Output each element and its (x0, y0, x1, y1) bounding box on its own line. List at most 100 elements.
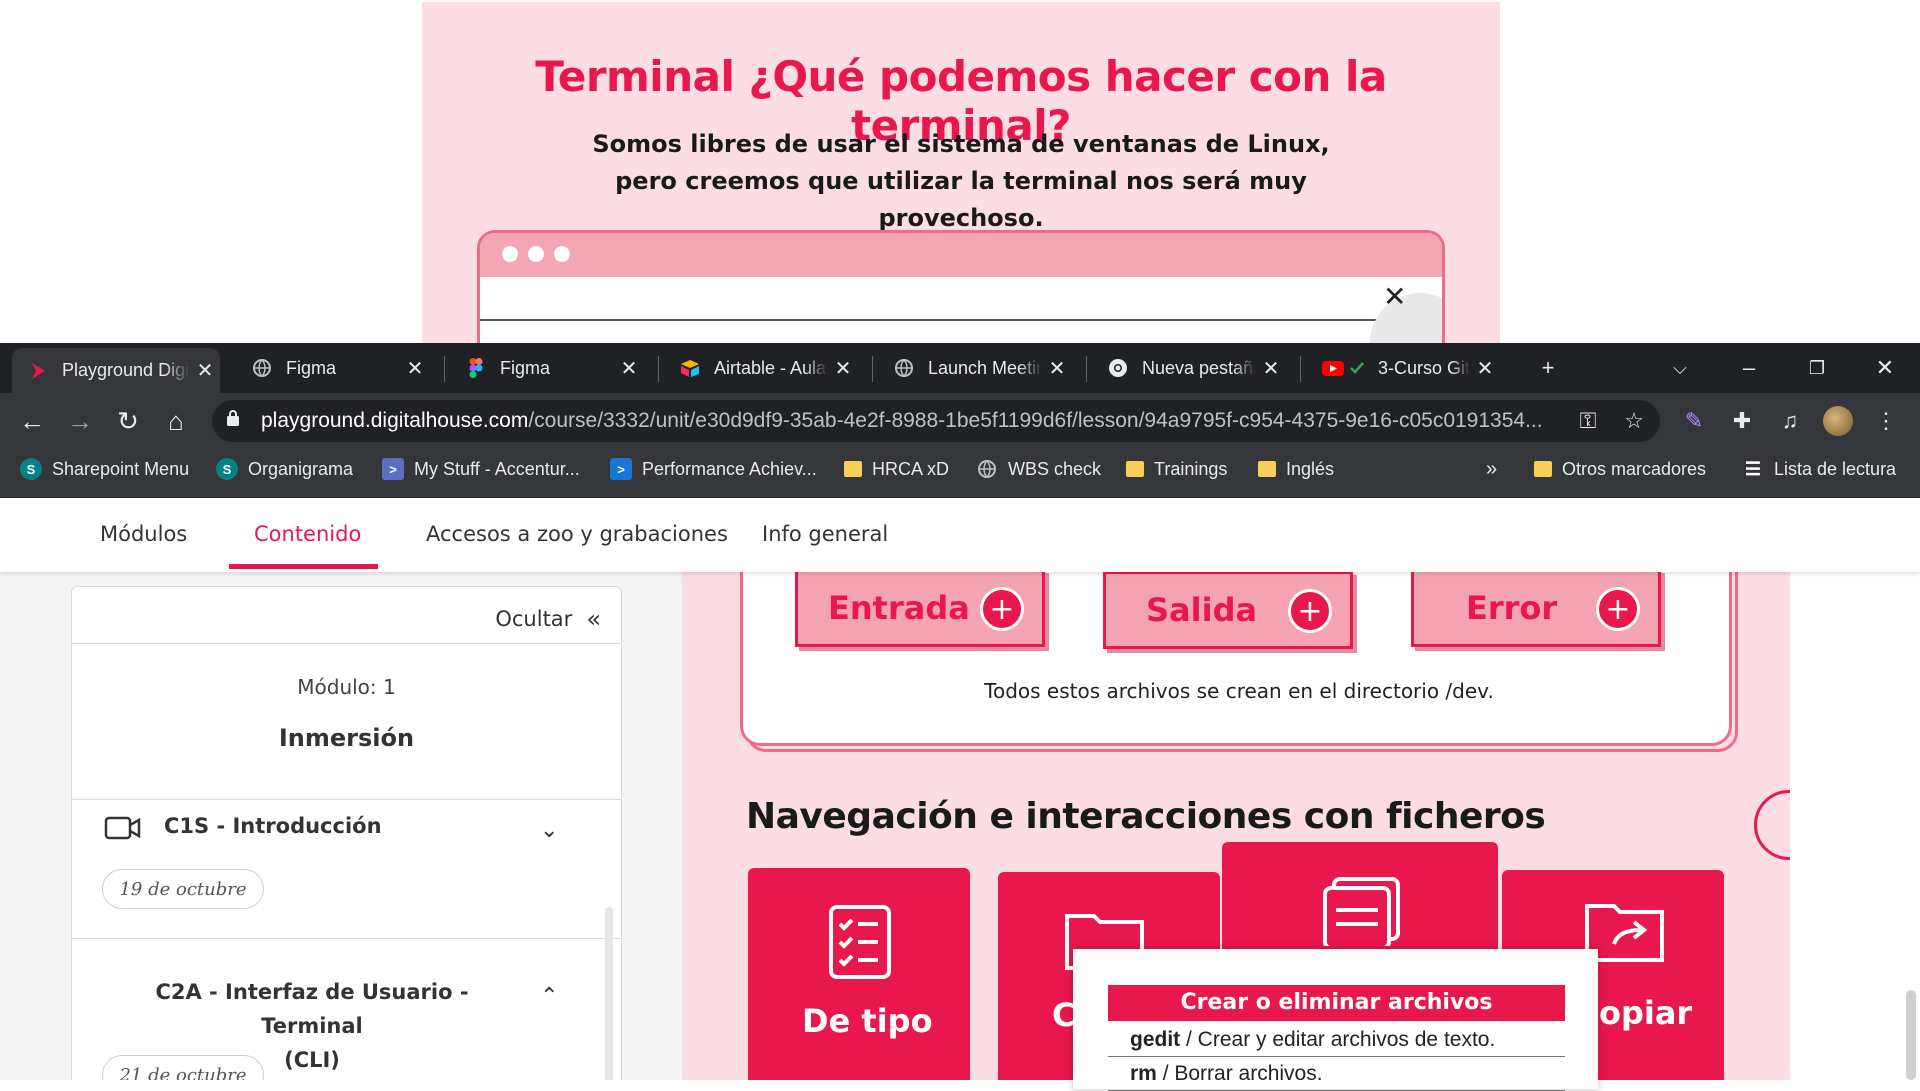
tab-figma-2[interactable]: Figma ✕ (450, 343, 644, 393)
close-icon[interactable]: ✕ (1256, 356, 1286, 381)
tab-info-general[interactable]: Info general (762, 522, 888, 546)
minimize-icon[interactable]: – (1726, 343, 1772, 393)
restore-icon[interactable]: ❐ (1794, 343, 1840, 393)
sidebar-scrollbar[interactable] (605, 907, 613, 1080)
figma-icon (466, 358, 486, 378)
star-icon[interactable]: ☆ (1618, 405, 1650, 437)
lessons-sidebar: Ocultar « Módulo: 1 Inmersión C1S - Intr… (71, 586, 622, 1080)
bookmark-sharepoint-menu[interactable]: S Sharepoint Menu (20, 449, 189, 489)
command-popup: Crear o eliminar archivos gedit / Crear … (1073, 949, 1598, 1091)
hide-sidebar-button[interactable]: Ocultar « (495, 605, 601, 633)
media-control-icon[interactable]: ♫ (1774, 405, 1806, 437)
tab-launch-meeting[interactable]: Launch Meeting ✕ (878, 343, 1072, 393)
bookmark-my-stuff[interactable]: > My Stuff - Accentur... (382, 449, 580, 489)
tab-modulos[interactable]: Módulos (100, 522, 187, 546)
lesson-date: 21 de octubre (102, 1055, 264, 1080)
window-dot-icon (528, 246, 544, 262)
bookmark-wbs-check[interactable]: WBS check (976, 449, 1101, 489)
chevron-up-icon[interactable]: ⌃ (540, 983, 558, 1009)
home-icon[interactable]: ⌂ (152, 393, 200, 449)
documents-icon (1322, 876, 1402, 951)
error-button[interactable]: Error + (1411, 572, 1661, 647)
close-icon[interactable]: ✕ (828, 356, 858, 381)
tab-accesos-zoom[interactable]: Accesos a zoo y grabaciones (426, 522, 728, 546)
tab-title: Figma (286, 357, 337, 378)
forward-arrow-icon[interactable]: → (56, 393, 104, 449)
bookmark-ingles[interactable]: Inglés (1258, 449, 1334, 489)
error-label: Error (1466, 589, 1558, 627)
tab-new-tab[interactable]: Nueva pestaña ✕ (1092, 343, 1286, 393)
tab-contenido[interactable]: Contenido (254, 522, 361, 546)
youtube-icon (1322, 358, 1370, 378)
reload-icon[interactable]: ↻ (104, 393, 152, 449)
salida-label: Salida (1146, 591, 1258, 629)
bookmark-performance[interactable]: > Performance Achiev... (610, 449, 817, 489)
folder-icon (1126, 461, 1144, 477)
new-tab-plus-icon[interactable]: + (1528, 343, 1568, 393)
chrome-icon (1108, 358, 1128, 378)
window-divider (480, 319, 1442, 321)
content-right-margin (1790, 572, 1920, 1080)
feather-extension-icon[interactable]: ✎ (1678, 405, 1710, 437)
plus-icon: + (1596, 587, 1640, 631)
salida-button[interactable]: Salida + (1103, 572, 1353, 649)
hide-label: Ocultar (495, 607, 573, 631)
bookmark-label: HRCA xD (872, 458, 950, 479)
reading-list[interactable]: ☰ Lista de lectura (1742, 449, 1896, 489)
popup-row: gedit / Crear y editar archivos de texto… (1108, 1023, 1565, 1057)
lesson-illustration-top: Terminal ¿Qué podemos hacer con la termi… (0, 0, 1920, 343)
card-title: C (1052, 996, 1076, 1034)
card-de-tipo[interactable]: De tipo (748, 868, 970, 1080)
chevron-down-icon[interactable]: ⌄ (540, 817, 558, 843)
bookmark-label: Organigrama (248, 458, 354, 479)
close-icon[interactable]: ✕ (400, 356, 430, 381)
checklist-document-icon (828, 904, 892, 985)
tab-title: Figma (500, 357, 551, 378)
active-tab-indicator (229, 564, 378, 569)
tab-curso-git[interactable]: 3-Curso Git ✕ (1306, 343, 1500, 393)
extensions-puzzle-icon[interactable]: ✚ (1726, 405, 1758, 437)
window-close-icon[interactable]: ✕ (1862, 343, 1908, 393)
close-icon[interactable]: ✕ (614, 356, 644, 381)
bookmark-organigrama[interactable]: S Organigrama (216, 449, 353, 489)
lesson-title: C1S - Introducción (164, 814, 382, 838)
bookmark-label: Performance Achiev... (642, 458, 817, 479)
bookmark-label: Sharepoint Menu (52, 458, 190, 479)
url-text[interactable]: playground.digitalhouse.com/course/3332/… (261, 409, 1551, 433)
tab-title: Playground Digital House (62, 360, 190, 380)
more-bookmarks-chevron-icon[interactable]: » (1486, 449, 1497, 489)
key-icon[interactable]: ⚿ (1572, 405, 1604, 437)
window-titlebar (480, 233, 1442, 277)
module-name: Inmersión (278, 724, 415, 752)
menu-kebab-icon[interactable]: ⋮ (1870, 405, 1902, 437)
tab-figma-1[interactable]: Figma ✕ (236, 343, 430, 393)
page-scrollbar[interactable] (1906, 990, 1916, 1080)
avatar[interactable] (1822, 405, 1854, 437)
bookmark-label: Inglés (1286, 458, 1335, 479)
bookmark-hrca[interactable]: HRCA xD (844, 449, 949, 489)
double-chevron-left-icon: « (586, 605, 601, 633)
tab-airtable[interactable]: Airtable - Aula ✕ (664, 343, 858, 393)
entrada-button[interactable]: Entrada + (795, 572, 1045, 647)
window-dot-icon (554, 246, 570, 262)
lesson-date: 19 de octubre (102, 869, 264, 909)
folder-icon (844, 461, 862, 477)
tab-playground[interactable]: Playground Digital House ✕ (12, 348, 220, 393)
reading-list-label: Lista de lectura (1774, 458, 1897, 479)
illustration-subtitle: Somos libres de usar el sistema de venta… (592, 130, 1330, 232)
popup-row: rm / Borrar archivos. (1108, 1057, 1565, 1091)
back-arrow-icon[interactable]: ← (8, 393, 56, 449)
lock-icon[interactable] (226, 409, 240, 432)
bookmark-otros-marcadores[interactable]: Otros marcadores (1534, 449, 1706, 489)
bookmark-trainings[interactable]: Trainings (1126, 449, 1227, 489)
close-icon[interactable]: ✕ (190, 358, 220, 383)
plus-icon: + (980, 587, 1024, 631)
tab-search-chevron-icon[interactable]: ⌵ (1660, 343, 1700, 393)
decorative-circle (1754, 790, 1790, 860)
close-icon[interactable]: ✕ (1042, 356, 1072, 381)
bookmark-label: Otros marcadores (1562, 458, 1707, 479)
course-nav: Módulos Contenido Accesos a zoo y grabac… (0, 498, 1920, 572)
close-icon[interactable]: ✕ (1470, 356, 1500, 381)
io-note: Todos estos archivos se crean en el dire… (984, 679, 1494, 703)
terminal-window-illustration: ✕ (477, 230, 1445, 343)
